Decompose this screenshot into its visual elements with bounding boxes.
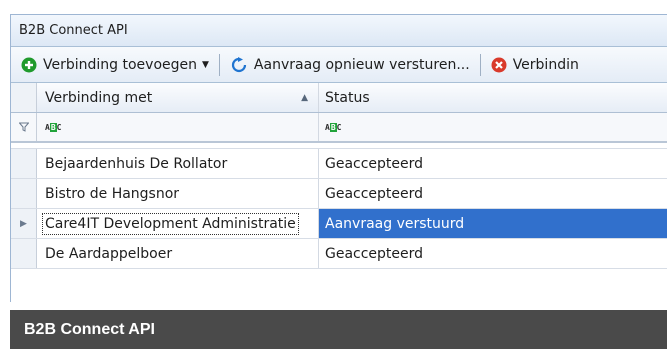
text-filter-icon: ABC (325, 122, 342, 132)
status-text: Geaccepteerd (325, 245, 424, 262)
connection-name-cell[interactable]: De Aardappelboer (37, 239, 319, 268)
connection-name: Bejaardenhuis De Rollator (45, 155, 228, 172)
status-cell[interactable]: Geaccepteerd (319, 179, 667, 208)
row-indicator[interactable] (11, 239, 37, 268)
filter-icon[interactable] (11, 113, 37, 141)
filter-cell-connection[interactable]: ABC (37, 113, 319, 141)
window-titlebar: B2B Connect API (11, 15, 667, 47)
table-row-selected[interactable]: ▶ Care4IT Development Administratie Aanv… (11, 209, 667, 239)
chevron-down-icon[interactable]: ▼ (202, 60, 209, 70)
toolbar-separator (218, 53, 220, 76)
delete-connection-label: Verbindin (512, 56, 579, 73)
caption-bar: B2B Connect API (10, 310, 667, 349)
table-row[interactable]: De Aardappelboer Geaccepteerd (11, 239, 667, 269)
add-connection-button[interactable]: Verbinding toevoegen ▼ (17, 51, 213, 79)
column-header-connection-label: Verbinding met (45, 89, 153, 106)
status-cell[interactable]: Aanvraag verstuurd (319, 209, 667, 238)
resend-request-label: Aanvraag opnieuw versturen... (253, 56, 470, 73)
row-indicator[interactable] (11, 149, 37, 178)
refresh-icon (230, 56, 248, 73)
window-title: B2B Connect API (19, 23, 128, 38)
toolbar: Verbinding toevoegen ▼ Aanvraag opnieuw … (11, 47, 667, 83)
add-connection-label: Verbinding toevoegen (43, 56, 197, 73)
connection-name-cell[interactable]: Bistro de Hangsnor (37, 179, 319, 208)
delete-connection-button[interactable]: Verbindin (487, 51, 583, 79)
connection-name-cell[interactable]: Bejaardenhuis De Rollator (37, 149, 319, 178)
connection-name-cell[interactable]: Care4IT Development Administratie (37, 209, 319, 238)
toolbar-separator (479, 53, 481, 76)
connections-grid: Verbinding met ▲ Status ABC ABC Bejaarde… (11, 83, 667, 269)
table-row[interactable]: Bejaardenhuis De Rollator Geaccepteerd (11, 149, 667, 179)
filter-row: ABC ABC (11, 113, 667, 143)
plus-circle-icon (21, 57, 37, 73)
status-text: Geaccepteerd (325, 155, 424, 172)
status-text: Aanvraag verstuurd (325, 215, 465, 232)
connection-name: De Aardappelboer (45, 245, 173, 262)
column-header-status-label: Status (325, 89, 370, 106)
connection-name: Care4IT Development Administratie (42, 212, 299, 235)
row-indicator[interactable] (11, 179, 37, 208)
status-cell[interactable]: Geaccepteerd (319, 239, 667, 268)
b2b-connect-window: B2B Connect API Verbinding toevoegen ▼ A… (10, 14, 667, 302)
text-filter-icon: ABC (45, 122, 62, 132)
resend-request-button[interactable]: Aanvraag opnieuw versturen... (226, 51, 474, 79)
x-circle-icon (491, 57, 507, 73)
filter-cell-status[interactable]: ABC (319, 113, 667, 141)
column-header-connection[interactable]: Verbinding met ▲ (37, 83, 319, 112)
sort-ascending-icon: ▲ (301, 92, 308, 103)
status-text: Geaccepteerd (325, 185, 424, 202)
table-row[interactable]: Bistro de Hangsnor Geaccepteerd (11, 179, 667, 209)
status-cell[interactable]: Geaccepteerd (319, 149, 667, 178)
header-indicator-cell (11, 83, 37, 112)
column-header-status[interactable]: Status (319, 83, 667, 112)
current-row-indicator-icon[interactable]: ▶ (11, 209, 37, 238)
caption-text: B2B Connect API (24, 320, 155, 338)
connection-name: Bistro de Hangsnor (45, 185, 180, 202)
grid-header-row: Verbinding met ▲ Status (11, 83, 667, 113)
